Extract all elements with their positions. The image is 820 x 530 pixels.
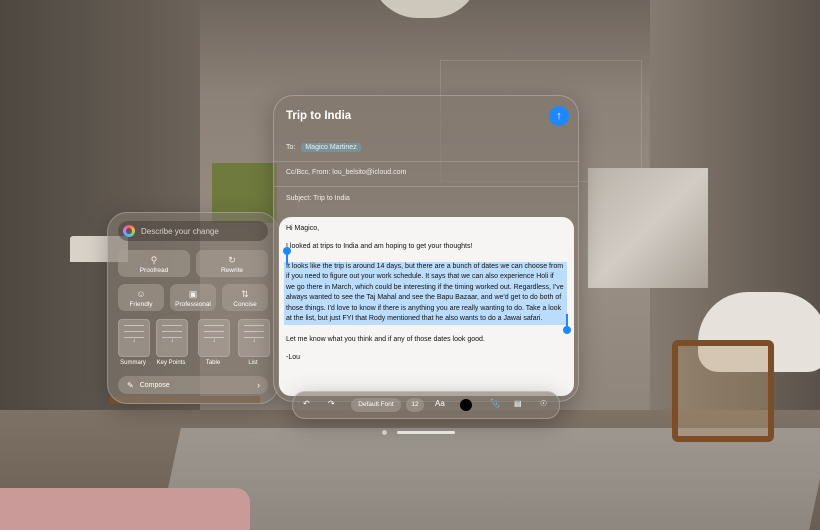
wooden-chair [672, 340, 774, 442]
magnifier-icon: ⚲ [150, 255, 158, 265]
format-toolbar: ↶ ↷ Default Font 12 Aa 📎 ▤ ☉ [292, 391, 560, 419]
mail-title: Trip to India [286, 110, 352, 122]
side-table [110, 396, 260, 454]
selected-paragraph: It looks like the trip is around 14 days… [286, 263, 564, 323]
arrow-up-icon: ↑ [556, 110, 562, 122]
describe-placeholder: Describe your change [141, 226, 219, 236]
to-row[interactable]: To: Magico Martinez [286, 143, 361, 152]
summary-label: Summary [120, 360, 146, 366]
key-points-label: Key Points [156, 360, 186, 366]
summary-thumbnail[interactable]: ↓ [118, 319, 150, 357]
subject-row[interactable]: Subject: Trip to India [286, 195, 350, 202]
photo-icon[interactable]: ▤ [514, 399, 522, 408]
proofread-button[interactable]: ⚲ Proofread [118, 250, 190, 277]
concise-icon: ⇅ [241, 289, 249, 299]
table-label: Table [205, 360, 221, 366]
divider [274, 161, 578, 162]
text-style-button[interactable]: Aa [435, 399, 445, 408]
chevron-right-icon: › [257, 380, 260, 390]
undo-icon[interactable]: ↶ [303, 399, 310, 408]
selection-end-handle[interactable] [563, 326, 571, 334]
intro-text: I looked at trips to India and am hoping… [286, 243, 473, 250]
pencil-icon: ✎ [127, 380, 134, 390]
concise-button[interactable]: ⇅ Concise [222, 284, 268, 311]
signature-text: -Lou [286, 354, 301, 361]
compose-button[interactable]: ✎ Compose › [118, 376, 268, 394]
recipient-chip[interactable]: Magico Martinez [301, 143, 361, 152]
key-points-thumbnail[interactable]: ↓ [156, 319, 188, 357]
send-button[interactable]: ↑ [549, 106, 569, 126]
message-body[interactable]: Hi Magico, I looked at trips to India an… [279, 217, 574, 396]
markup-icon[interactable]: ☉ [540, 399, 547, 408]
apple-intelligence-icon [123, 225, 135, 237]
text-color-swatch[interactable] [460, 399, 472, 411]
redo-icon[interactable]: ↷ [328, 399, 335, 408]
rewrite-icon: ↻ [228, 255, 236, 265]
wall-painting [588, 168, 708, 288]
friendly-button[interactable]: ☺ Friendly [118, 284, 164, 311]
cc-from-row[interactable]: Cc/Bcc, From: lou_belsito@icloud.com [286, 169, 406, 176]
list-thumbnail[interactable]: ↓ [238, 319, 270, 357]
window-grabber[interactable] [397, 431, 455, 434]
font-size-picker[interactable]: 12 [406, 398, 424, 412]
divider [274, 186, 578, 187]
table-thumbnail[interactable]: ↓ [198, 319, 230, 357]
writing-tools-panel: Describe your change ⚲ Proofread ↻ Rewri… [107, 212, 279, 404]
greeting-text: Hi Magico, [286, 225, 320, 232]
professional-button[interactable]: ▣ Professional [170, 284, 216, 311]
briefcase-icon: ▣ [188, 289, 198, 299]
window-dot[interactable] [382, 430, 387, 435]
rewrite-button[interactable]: ↻ Rewrite [196, 250, 268, 277]
smile-icon: ☺ [136, 289, 146, 299]
paperclip-icon[interactable]: 📎 [490, 399, 500, 408]
pink-cushion [0, 488, 250, 530]
closing-text: Let me know what you think and if any of… [286, 336, 485, 343]
mail-compose-window: Trip to India ↑ To: Magico Martinez Cc/Bc… [273, 95, 579, 402]
font-picker[interactable]: Default Font [351, 398, 401, 412]
list-label: List [248, 360, 258, 366]
describe-change-input[interactable]: Describe your change [118, 221, 268, 241]
selection-start-handle[interactable] [283, 247, 291, 255]
